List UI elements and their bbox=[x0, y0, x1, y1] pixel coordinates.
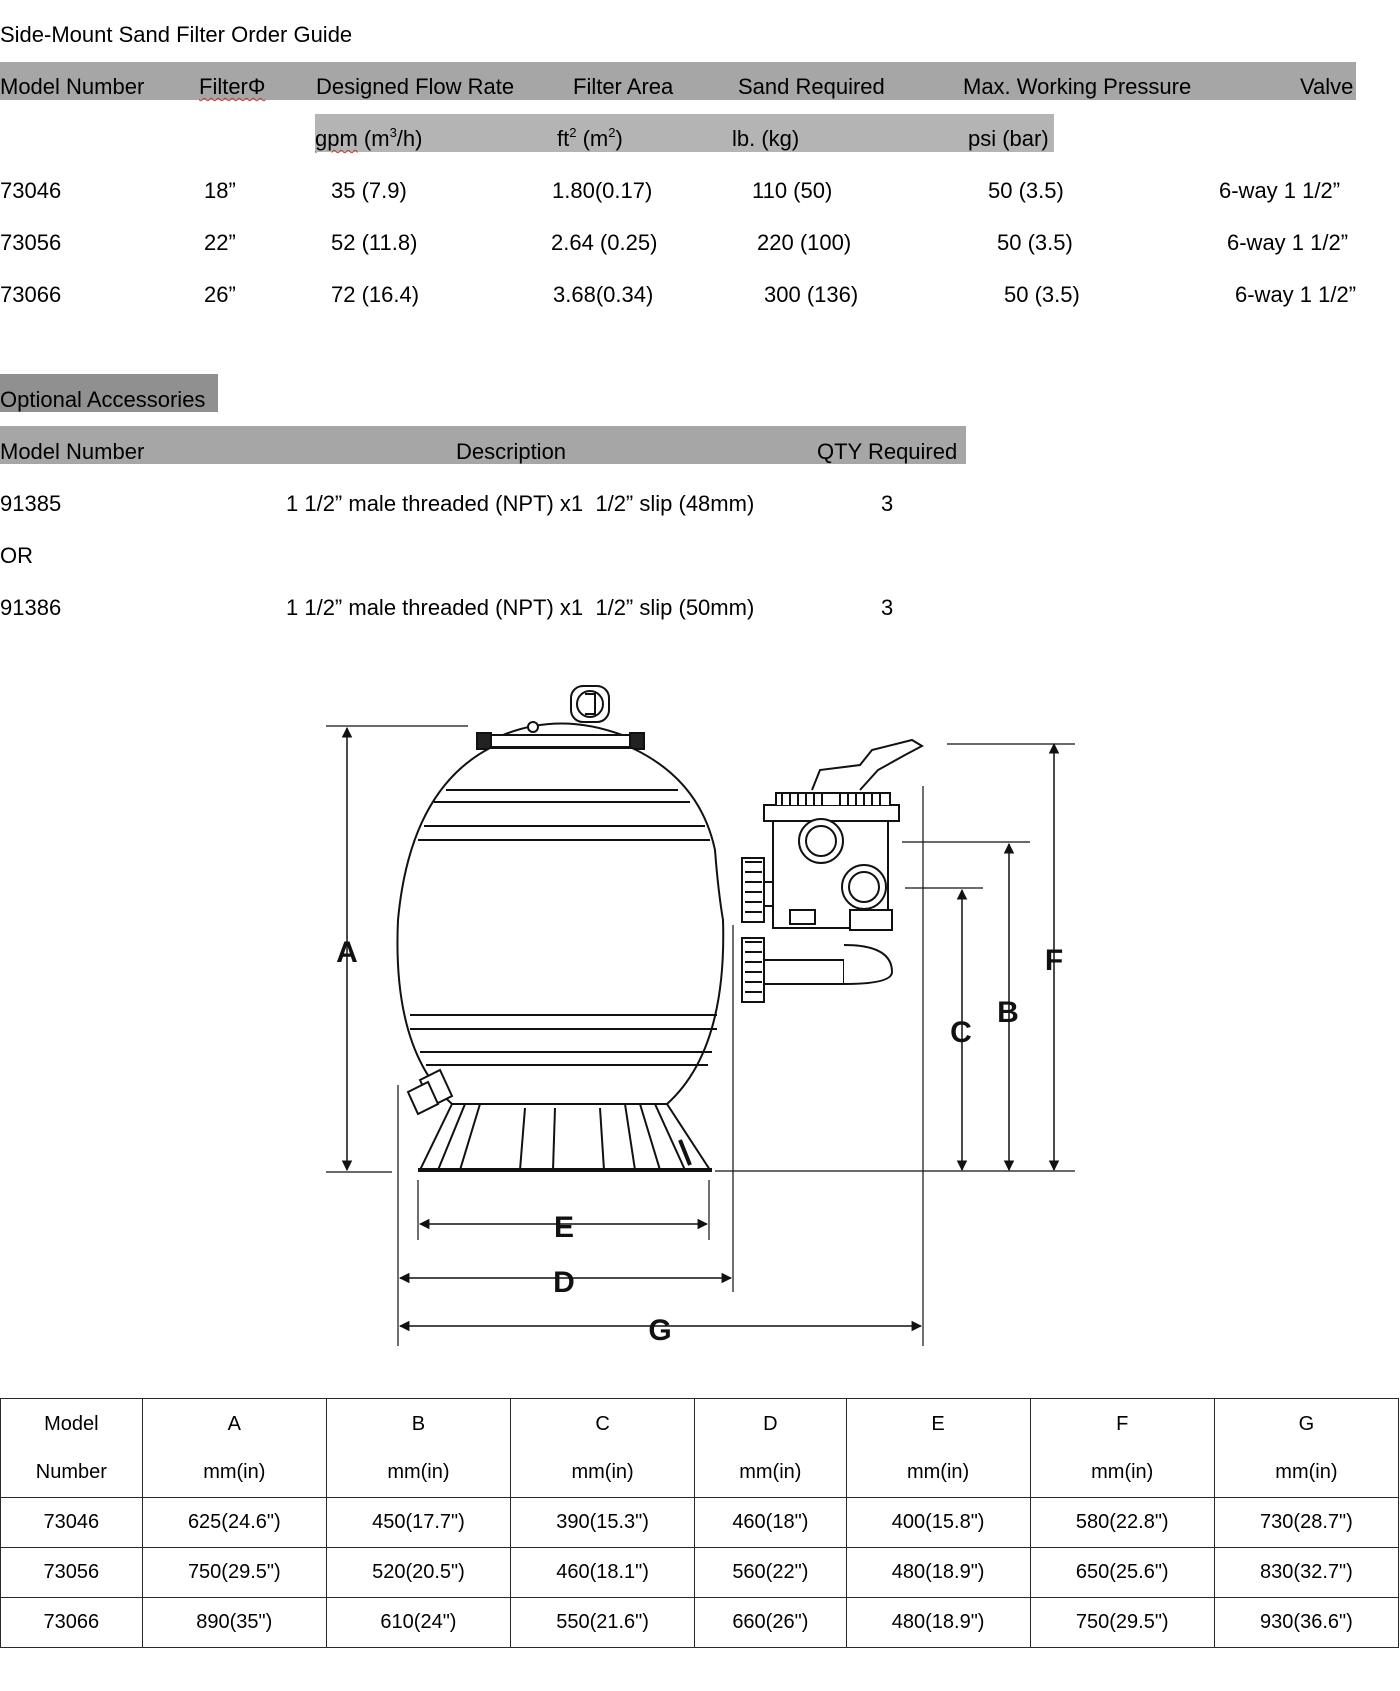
header-cell: Emm(in) bbox=[845, 1398, 1031, 1498]
table-cell: 580(22.8") bbox=[1029, 1497, 1215, 1548]
table-row: 73056 750(29.5") 520(20.5") 460(18.1") 5… bbox=[0, 1547, 1400, 1598]
table-cell: 550(21.6") bbox=[510, 1597, 696, 1648]
table-cell: 73066 bbox=[0, 1597, 143, 1648]
header-cell: Cmm(in) bbox=[510, 1398, 696, 1498]
dimension-label-e: E bbox=[554, 1211, 574, 1244]
table-cell: 520(20.5") bbox=[325, 1547, 512, 1598]
filter-tank bbox=[396, 747, 725, 1105]
table-cell: 73056 bbox=[0, 1547, 143, 1598]
table-cell: 650(25.6") bbox=[1029, 1547, 1215, 1598]
header-cell: Dmm(in) bbox=[694, 1398, 847, 1498]
dimension-table-header: Model Number Amm(in) Bmm(in) Cmm(in) Dmm(… bbox=[0, 1398, 1400, 1498]
dimension-label-f: F bbox=[1045, 944, 1063, 977]
dimension-label-g: G bbox=[648, 1314, 671, 1347]
table-cell: 730(28.7") bbox=[1213, 1497, 1400, 1548]
table-row: 73046 625(24.6") 450(17.7") 390(15.3") 4… bbox=[0, 1497, 1400, 1548]
table-cell: 460(18.1") bbox=[510, 1547, 696, 1598]
dimension-label-b: B bbox=[997, 996, 1019, 1029]
table-cell: 890(35") bbox=[141, 1597, 327, 1648]
table-row: 73066 890(35") 610(24") 550(21.6") 660(2… bbox=[0, 1597, 1400, 1648]
header-cell: Bmm(in) bbox=[325, 1398, 512, 1498]
header-cell: Amm(in) bbox=[141, 1398, 327, 1498]
dimension-label-a: A bbox=[336, 936, 358, 969]
table-cell: 400(15.8") bbox=[845, 1497, 1031, 1548]
table-cell: 450(17.7") bbox=[325, 1497, 512, 1548]
table-cell: 750(29.5") bbox=[141, 1547, 327, 1598]
pressure-gauge-icon bbox=[570, 685, 610, 723]
table-cell: 610(24") bbox=[325, 1597, 512, 1648]
table-cell: 390(15.3") bbox=[510, 1497, 696, 1548]
table-cell: 625(24.6") bbox=[141, 1497, 327, 1548]
table-cell: 480(18.9") bbox=[845, 1547, 1031, 1598]
header-cell: Model Number bbox=[0, 1398, 143, 1498]
table-cell: 480(18.9") bbox=[845, 1597, 1031, 1648]
table-cell: 73046 bbox=[0, 1497, 143, 1548]
multiport-valve bbox=[741, 738, 925, 1003]
filter-base bbox=[418, 1103, 712, 1172]
dimension-label-c: C bbox=[950, 1016, 972, 1049]
table-cell: 830(32.7") bbox=[1213, 1547, 1400, 1598]
sand-filter-diagram: A B C D E F G bbox=[326, 685, 1075, 1347]
table-cell: 930(36.6") bbox=[1213, 1597, 1400, 1648]
table-cell: 460(18") bbox=[694, 1497, 847, 1548]
dimension-table: Model Number Amm(in) Bmm(in) Cmm(in) Dmm(… bbox=[0, 1398, 1400, 1648]
header-cell: Fmm(in) bbox=[1029, 1398, 1215, 1498]
header-cell: Gmm(in) bbox=[1213, 1398, 1400, 1498]
table-cell: 660(26") bbox=[694, 1597, 847, 1648]
table-cell: 560(22") bbox=[694, 1547, 847, 1598]
dimension-label-d: D bbox=[553, 1266, 575, 1299]
filter-lid bbox=[476, 721, 645, 750]
table-cell: 750(29.5") bbox=[1029, 1597, 1215, 1648]
